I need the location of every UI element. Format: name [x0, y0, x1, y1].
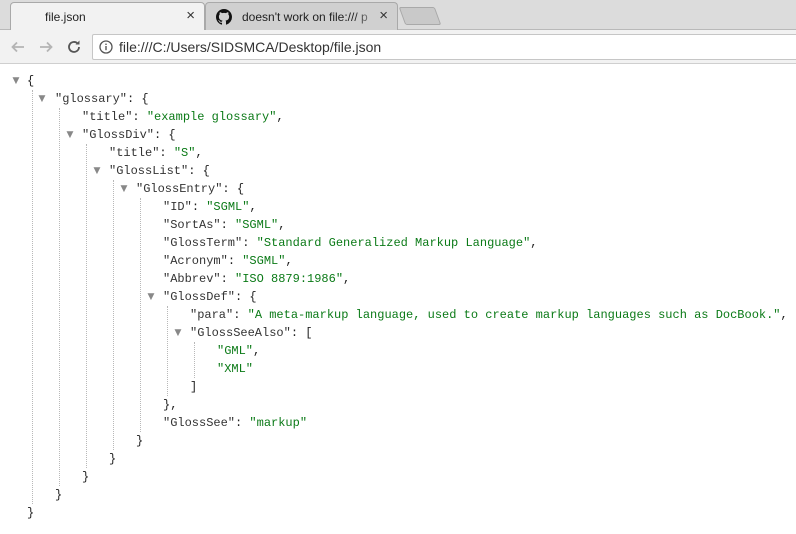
address-bar[interactable]: file:///C:/Users/SIDSMCA/Desktop/file.js… — [92, 34, 796, 60]
json-line: } — [55, 488, 63, 502]
json-key: "para" — [190, 308, 234, 322]
json-line: "Abbrev": "ISO 8879:1986", — [163, 272, 351, 286]
json-key: "Acronym" — [163, 254, 228, 268]
json-line: "GlossTerm": "Standard Generalized Marku… — [163, 236, 538, 250]
json-line: "title": "S", — [109, 146, 203, 160]
triangle-down-icon[interactable]: ▼ — [11, 72, 21, 90]
indent-guide — [86, 144, 87, 468]
json-key: "GlossTerm" — [163, 236, 243, 250]
close-tab-icon[interactable]: × — [186, 8, 195, 24]
json-line: "XML" — [217, 360, 253, 378]
json-string: "SGML" — [235, 218, 279, 232]
arrow-left-icon — [11, 41, 24, 53]
json-key: "GlossDef" — [163, 290, 236, 304]
json-string: "SGML" — [206, 200, 250, 214]
reload-icon — [68, 40, 80, 53]
tab-github-issue[interactable]: doesn't work on file:/// p × — [205, 2, 398, 30]
json-line: "GlossDef": { — [163, 290, 257, 304]
info-icon[interactable] — [99, 40, 113, 54]
json-string: "A meta-markup language, used to create … — [247, 308, 781, 322]
json-string: "XML" — [217, 362, 254, 376]
json-string: "GML" — [217, 344, 254, 358]
json-string: "SGML" — [242, 254, 286, 268]
json-line: } — [27, 506, 35, 520]
json-string: "example glossary" — [146, 110, 277, 124]
json-line: "para": "A meta-markup language, used to… — [190, 308, 788, 322]
indent-guide — [140, 198, 141, 432]
json-key: "title" — [82, 110, 133, 124]
close-tab-icon[interactable]: × — [379, 8, 388, 24]
json-brace: { — [27, 74, 35, 88]
browser-toolbar: file:///C:/Users/SIDSMCA/Desktop/file.js… — [0, 30, 796, 64]
json-key: "GlossDiv" — [82, 128, 155, 142]
triangle-down-icon[interactable]: ▼ — [173, 324, 183, 342]
json-line: "GML", — [217, 344, 261, 358]
back-button[interactable] — [8, 37, 28, 57]
tab-title: doesn't work on file:/// p — [242, 9, 368, 24]
json-line: } — [82, 470, 90, 484]
json-line: "title": "example glossary", — [82, 110, 284, 124]
indent-guide — [113, 180, 114, 450]
json-string: "ISO 8879:1986" — [235, 272, 344, 286]
json-key: "ID" — [163, 200, 192, 214]
json-string: "Standard Generalized Markup Language" — [256, 236, 531, 250]
json-line: "GlossDiv": { — [82, 128, 176, 142]
json-viewer: ▼ ▼ ▼ ▼ ▼ ▼ ▼ { "glossary": { "title": "… — [0, 72, 796, 534]
indent-guide — [167, 306, 168, 396]
forward-button[interactable] — [36, 37, 56, 57]
json-line: "SortAs": "SGML", — [163, 218, 286, 232]
tab-file-json[interactable]: file.json × — [10, 2, 205, 30]
json-line: "GlossSee": "markup" — [163, 416, 308, 430]
indent-guide — [32, 90, 33, 504]
json-line: { — [27, 72, 34, 90]
new-tab-button[interactable] — [398, 7, 442, 25]
indent-guide — [59, 108, 60, 486]
json-key: "glossary" — [55, 92, 128, 106]
json-line: }, — [163, 398, 178, 412]
json-line: } — [109, 452, 117, 466]
json-key: "GlossEntry" — [136, 182, 223, 196]
json-line: "glossary": { — [55, 92, 149, 106]
json-line: ] — [190, 380, 198, 394]
json-line: "GlossList": { — [109, 164, 210, 178]
reload-button[interactable] — [64, 37, 84, 57]
json-line: "ID": "SGML", — [163, 200, 257, 214]
json-key: "GlossList" — [109, 164, 189, 178]
triangle-down-icon[interactable]: ▼ — [119, 180, 129, 198]
triangle-down-icon[interactable]: ▼ — [92, 162, 102, 180]
triangle-down-icon[interactable]: ▼ — [146, 288, 156, 306]
json-string: "S" — [173, 146, 196, 160]
json-line: "GlossSeeAlso": [ — [190, 326, 313, 340]
triangle-down-icon[interactable]: ▼ — [37, 90, 47, 108]
json-line: "GlossEntry": { — [136, 182, 245, 196]
indent-guide — [194, 342, 195, 378]
json-string: "markup" — [249, 416, 308, 430]
json-key: "GlossSeeAlso" — [190, 326, 291, 340]
json-key: "SortAs" — [163, 218, 221, 232]
arrow-right-icon — [40, 41, 53, 53]
triangle-down-icon[interactable]: ▼ — [65, 126, 75, 144]
json-line: "Acronym": "SGML", — [163, 254, 293, 268]
json-key: "Abbrev" — [163, 272, 221, 286]
tab-title: file.json — [45, 9, 86, 24]
github-icon — [216, 8, 232, 25]
json-key: "title" — [109, 146, 160, 160]
json-line: } — [136, 434, 144, 448]
tab-strip: file.json × doesn't work on file:/// p × — [0, 0, 796, 30]
json-key: "GlossSee" — [163, 416, 236, 430]
url-text: file:///C:/Users/SIDSMCA/Desktop/file.js… — [119, 39, 382, 55]
